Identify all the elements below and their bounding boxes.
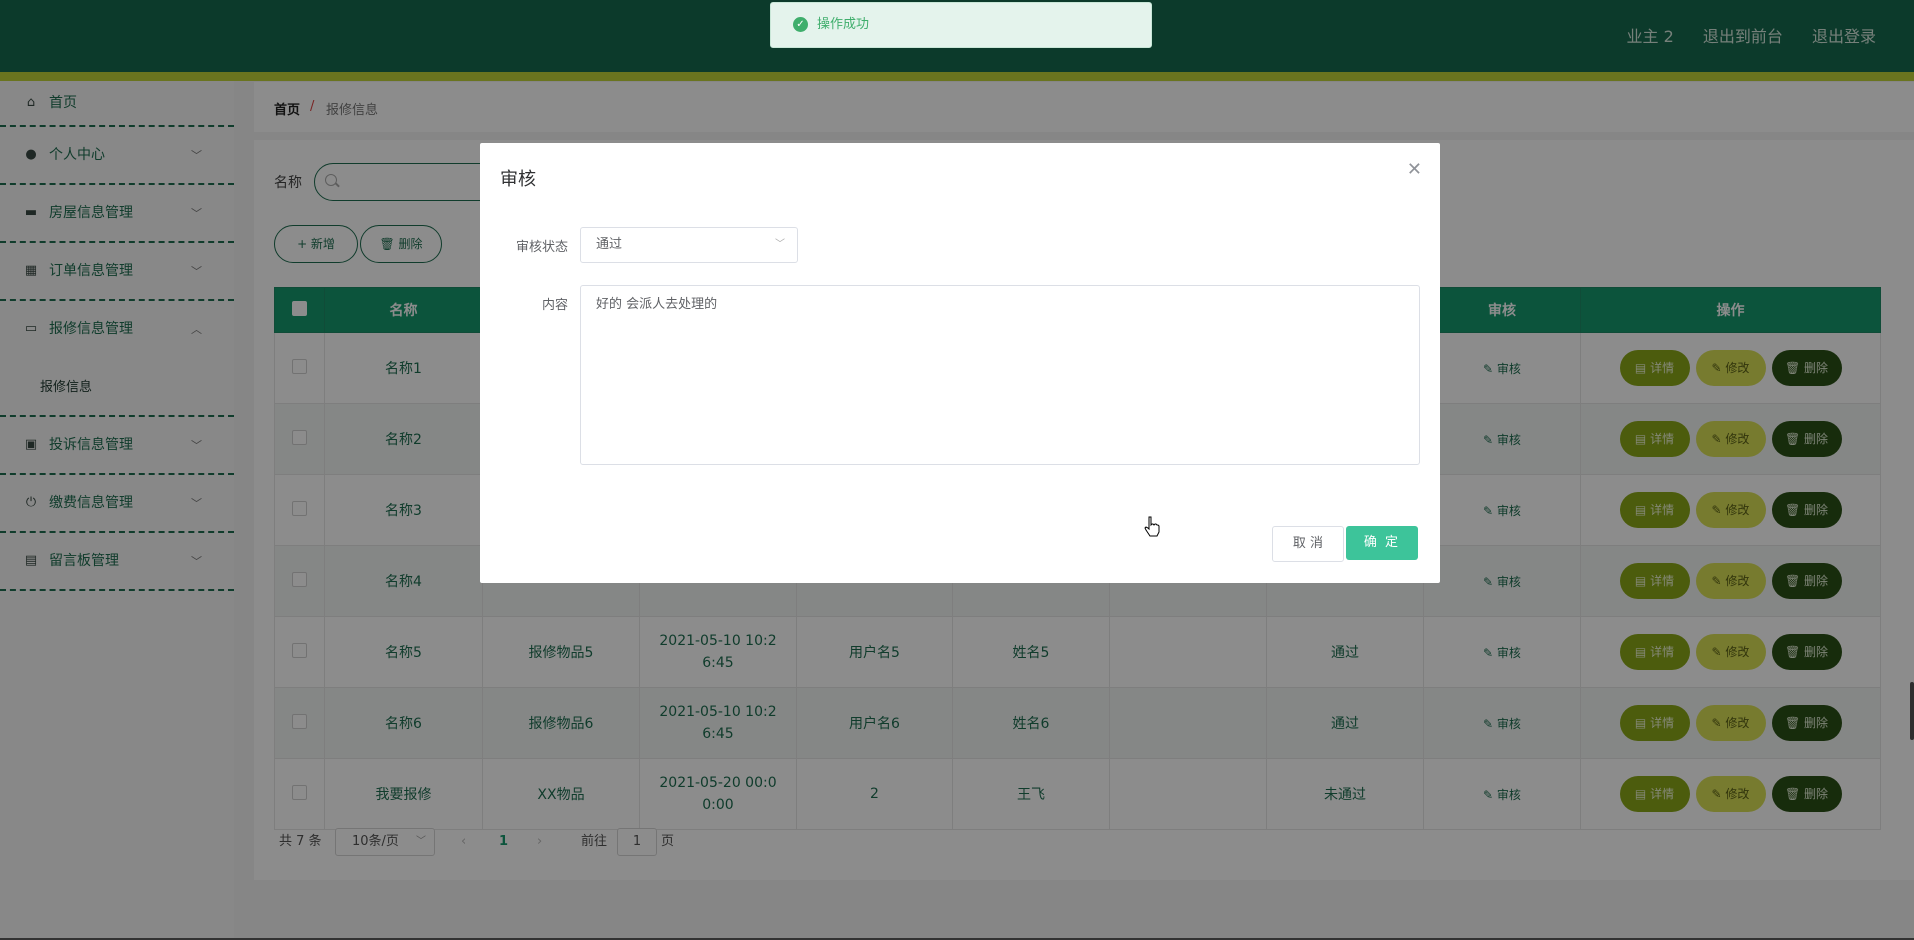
content-text: 好的 会派人去处理的 [596,297,718,312]
audit-status-value: 通过 [596,237,623,252]
close-icon[interactable]: ✕ [1407,159,1422,180]
audit-dialog: 审核 ✕ 审核状态 通过 ﹀ 内容 好的 会派人去处理的 取 消 确 定 [480,143,1440,583]
audit-status-label: 审核状态 [515,240,568,255]
confirm-button[interactable]: 确 定 [1346,526,1418,560]
dialog-title: 审核 [500,169,536,190]
cancel-button[interactable]: 取 消 [1272,526,1344,562]
toast-message: 操作成功 [817,17,870,32]
content-textarea[interactable]: 好的 会派人去处理的 [580,285,1420,465]
audit-status-select[interactable]: 通过 ﹀ [580,227,798,263]
check-circle-icon: ✓ [793,17,808,32]
content-label: 内容 [541,298,568,313]
chevron-down-icon: ﹀ [775,239,785,250]
success-toast: ✓ 操作成功 [770,2,1152,48]
hand-cursor-icon [1144,516,1160,537]
